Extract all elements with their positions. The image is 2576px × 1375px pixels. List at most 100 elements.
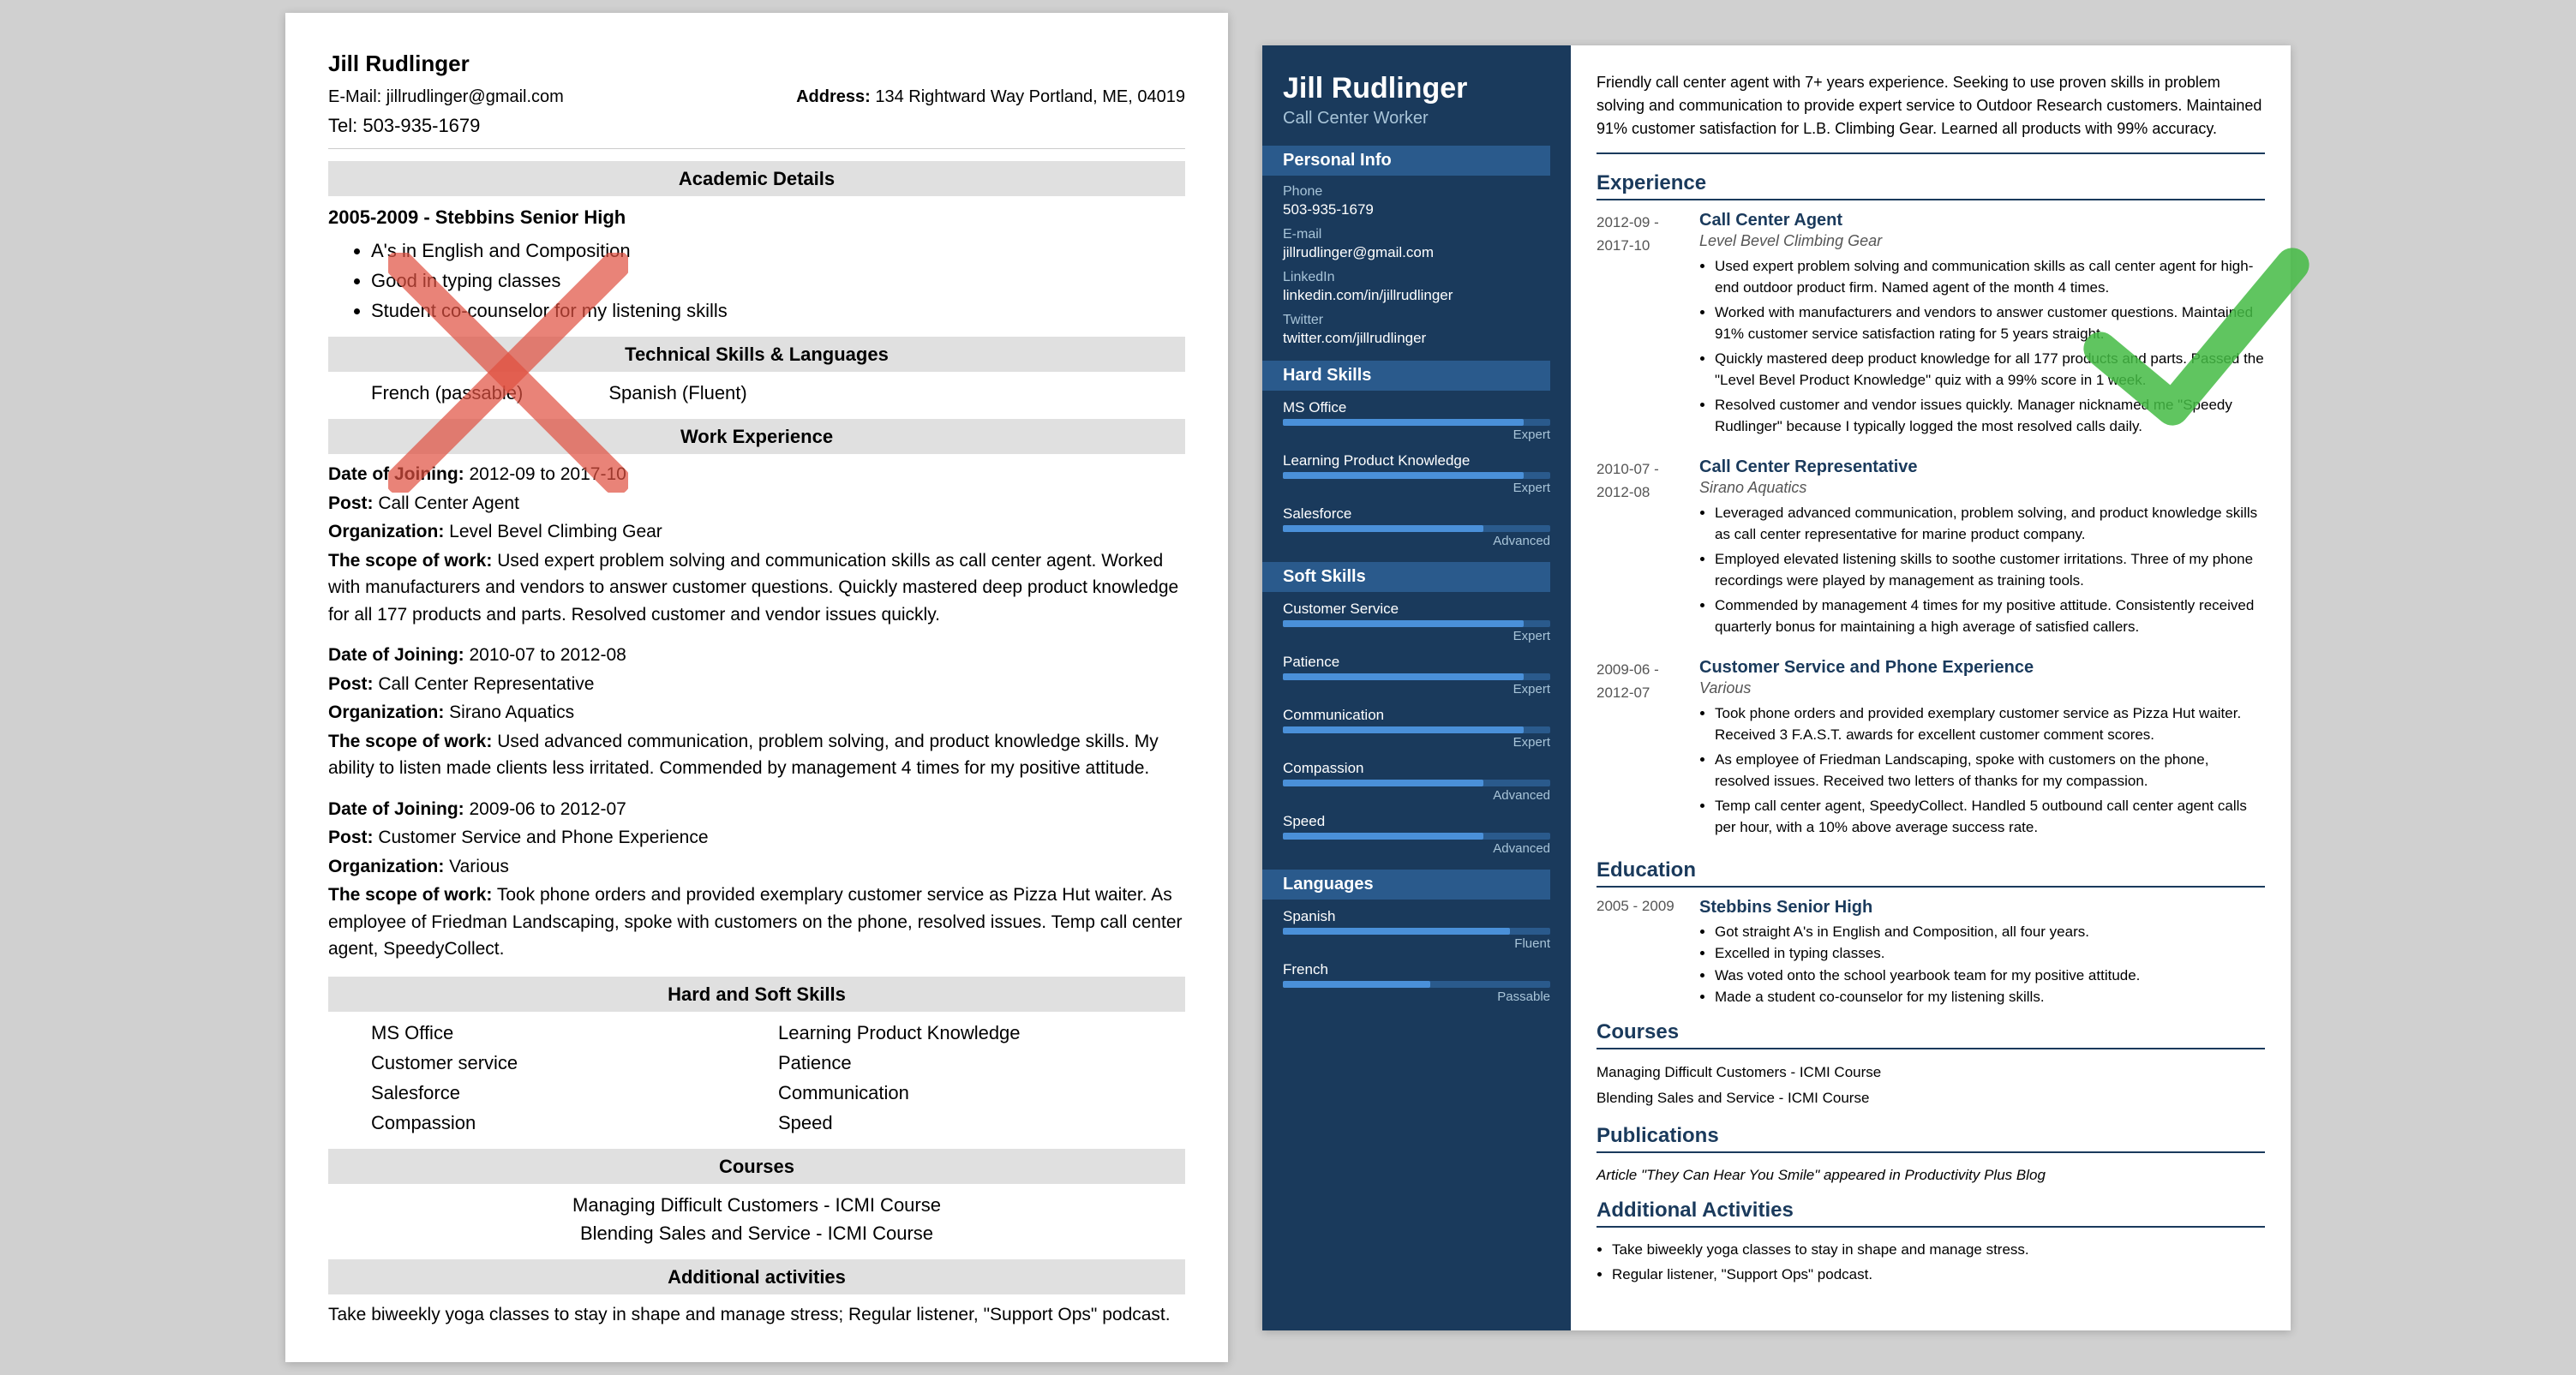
experience-title: Experience <box>1597 171 2265 200</box>
skill-bar-ms-office: MS Office Expert <box>1283 399 1550 442</box>
left-tel: Tel: 503-935-1679 <box>328 111 1185 140</box>
education-title: Education <box>1597 858 2265 888</box>
exp3-content: Customer Service and Phone Experience Va… <box>1699 658 2265 841</box>
exp1-bullets: Used expert problem solving and communic… <box>1715 255 2265 438</box>
work-entry-2: Date of Joining: 2010-07 to 2012-08 Post… <box>328 642 1185 782</box>
french-skill: French (passable) <box>371 379 523 407</box>
skill-bar-compassion: Compassion Advanced <box>1283 760 1550 803</box>
courses-section: Managing Difficult Customers - ICMI Cour… <box>328 1191 1185 1247</box>
publications-text: Article "They Can Hear You Smile" appear… <box>1597 1163 2265 1187</box>
address-label: Address: <box>796 87 871 106</box>
work-entry-3: Date of Joining: 2009-06 to 2012-07 Post… <box>328 796 1185 963</box>
skill-bar-learning: Learning Product Knowledge Expert <box>1283 452 1550 495</box>
linkedin-value: linkedin.com/in/jillrudlinger <box>1283 287 1550 304</box>
skill-bar-salesforce: Salesforce Advanced <box>1283 505 1550 548</box>
exp2-bullet-1: Leveraged advanced communication, proble… <box>1715 502 2265 546</box>
divider-1 <box>328 148 1185 149</box>
twitter-label: Twitter <box>1283 313 1550 328</box>
edu1-b2: Excelled in typing classes. <box>1715 942 2140 965</box>
work1-scope: The scope of work: Used expert problem s… <box>328 547 1185 629</box>
exp2-date: 2010-07 - 2012-08 <box>1597 457 1682 641</box>
work2-joining: Date of Joining: 2010-07 to 2012-08 <box>328 642 1185 669</box>
email-value-r: jillrudlinger@gmail.com <box>1283 244 1550 261</box>
skills-row: French (passable) Spanish (Fluent) <box>371 379 1185 407</box>
skill-salesforce: Salesforce <box>371 1079 778 1107</box>
exp2-content: Call Center Representative Sirano Aquati… <box>1699 457 2265 641</box>
add-act-2: Regular listener, "Support Ops" podcast. <box>1612 1263 2265 1288</box>
skill-bar-patience: Patience Expert <box>1283 654 1550 696</box>
exp1-bullet-2: Worked with manufacturers and vendors to… <box>1715 302 2265 345</box>
additional-text: Take biweekly yoga classes to stay in sh… <box>328 1301 1185 1329</box>
exp2-bullet-2: Employed elevated listening skills to so… <box>1715 548 2265 592</box>
exp1-bullet-3: Quickly mastered deep product knowledge … <box>1715 348 2265 392</box>
work2-org: Organization: Sirano Aquatics <box>328 699 1185 726</box>
phone-label: Phone <box>1283 184 1550 200</box>
exp1-title: Call Center Agent <box>1699 211 2265 230</box>
summary-text: Friendly call center agent with 7+ years… <box>1597 71 2265 154</box>
courses-header: Courses <box>328 1149 1185 1184</box>
hard-skills-list: MS Office Learning Product Knowledge Cus… <box>371 1019 1185 1137</box>
tel-label: Tel: <box>328 115 357 136</box>
edu1-date: 2005 - 2009 <box>1597 898 1682 1008</box>
right-main: Friendly call center agent with 7+ years… <box>1571 45 2291 1330</box>
email-value: jillrudlinger@gmail.com <box>386 87 564 106</box>
skill-ms-office: MS Office <box>371 1019 778 1047</box>
exp2-bullets: Leveraged advanced communication, proble… <box>1715 502 2265 638</box>
exp1-bullet-1: Used expert problem solving and communic… <box>1715 255 2265 299</box>
exp-entry-2: 2010-07 - 2012-08 Call Center Representa… <box>1597 457 2265 641</box>
skill-customer: Customer service <box>371 1049 778 1077</box>
edu-item-3: Student co-counselor for my listening sk… <box>371 296 1185 325</box>
additional-list-r: Take biweekly yoga classes to stay in sh… <box>1612 1238 2265 1288</box>
languages-title: Languages <box>1262 870 1550 900</box>
courses-list-r: Managing Difficult Customers - ICMI Cour… <box>1597 1060 2265 1112</box>
work2-post: Post: Call Center Representative <box>328 671 1185 698</box>
sidebar-name: Jill Rudlinger <box>1283 71 1550 106</box>
additional-header: Additional activities <box>328 1259 1185 1294</box>
left-contact-row: E-Mail: jillrudlinger@gmail.com Address:… <box>328 84 1185 110</box>
skill-compassion: Compassion <box>371 1109 778 1137</box>
soft-skills-title: Soft Skills <box>1262 562 1550 592</box>
exp-entry-1: 2012-09 - 2017-10 Call Center Agent Leve… <box>1597 211 2265 440</box>
email-label: E-Mail: <box>328 87 381 106</box>
hard-soft-header: Hard and Soft Skills <box>328 977 1185 1012</box>
additional-title-r: Additional Activities <box>1597 1199 2265 1228</box>
tel-value: 503-935-1679 <box>362 115 480 136</box>
work1-org: Organization: Level Bevel Climbing Gear <box>328 518 1185 546</box>
skill-patience: Patience <box>778 1049 1185 1077</box>
exp-entry-3: 2009-06 - 2012-07 Customer Service and P… <box>1597 658 2265 841</box>
work3-org: Organization: Various <box>328 853 1185 881</box>
phone-value: 503-935-1679 <box>1283 201 1550 218</box>
edu1-b3: Was voted onto the school yearbook team … <box>1715 965 2140 987</box>
work1-post: Post: Call Center Agent <box>328 490 1185 517</box>
work-header: Work Experience <box>328 419 1185 454</box>
course-1: Managing Difficult Customers - ICMI Cour… <box>328 1191 1185 1219</box>
edu1-content: Stebbins Senior High Got straight A's in… <box>1699 898 2140 1008</box>
work3-scope: The scope of work: Took phone orders and… <box>328 882 1185 963</box>
work3-joining: Date of Joining: 2009-06 to 2012-07 <box>328 796 1185 823</box>
exp1-bullet-4: Resolved customer and vendor issues quic… <box>1715 394 2265 438</box>
edu1-b1: Got straight A's in English and Composit… <box>1715 921 2140 943</box>
edu1-b4: Made a student co-counselor for my liste… <box>1715 986 2140 1008</box>
exp3-bullet-2: As employee of Friedman Landscaping, spo… <box>1715 749 2265 792</box>
exp3-bullet-1: Took phone orders and provided exemplary… <box>1715 702 2265 746</box>
right-resume: Jill Rudlinger Call Center Worker Person… <box>1262 45 2291 1330</box>
education-years: 2005-2009 - Stebbins Senior High <box>328 203 1185 231</box>
edu1-bullets: Got straight A's in English and Composit… <box>1715 921 2140 1008</box>
hard-skills-title: Hard Skills <box>1262 361 1550 391</box>
skill-speed: Speed <box>778 1109 1185 1137</box>
skill-bar-spanish: Spanish Fluent <box>1283 908 1550 951</box>
left-name: Jill Rudlinger <box>328 47 1185 81</box>
left-resume: Jill Rudlinger E-Mail: jillrudlinger@gma… <box>285 13 1228 1362</box>
exp1-date: 2012-09 - 2017-10 <box>1597 211 1682 440</box>
exp3-title: Customer Service and Phone Experience <box>1699 658 2265 678</box>
exp1-company: Level Bevel Climbing Gear <box>1699 232 2265 250</box>
academic-header: Academic Details <box>328 161 1185 196</box>
personal-info-title: Personal Info <box>1262 146 1550 176</box>
exp3-bullet-3: Temp call center agent, SpeedyCollect. H… <box>1715 795 2265 839</box>
skill-bar-french: French Passable <box>1283 961 1550 1004</box>
edu-item-1: A's in English and Composition <box>371 236 1185 265</box>
left-email: E-Mail: jillrudlinger@gmail.com <box>328 84 564 110</box>
technical-header: Technical Skills & Languages <box>328 337 1185 372</box>
skill-communication: Communication <box>778 1079 1185 1107</box>
exp3-bullets: Took phone orders and provided exemplary… <box>1715 702 2265 839</box>
